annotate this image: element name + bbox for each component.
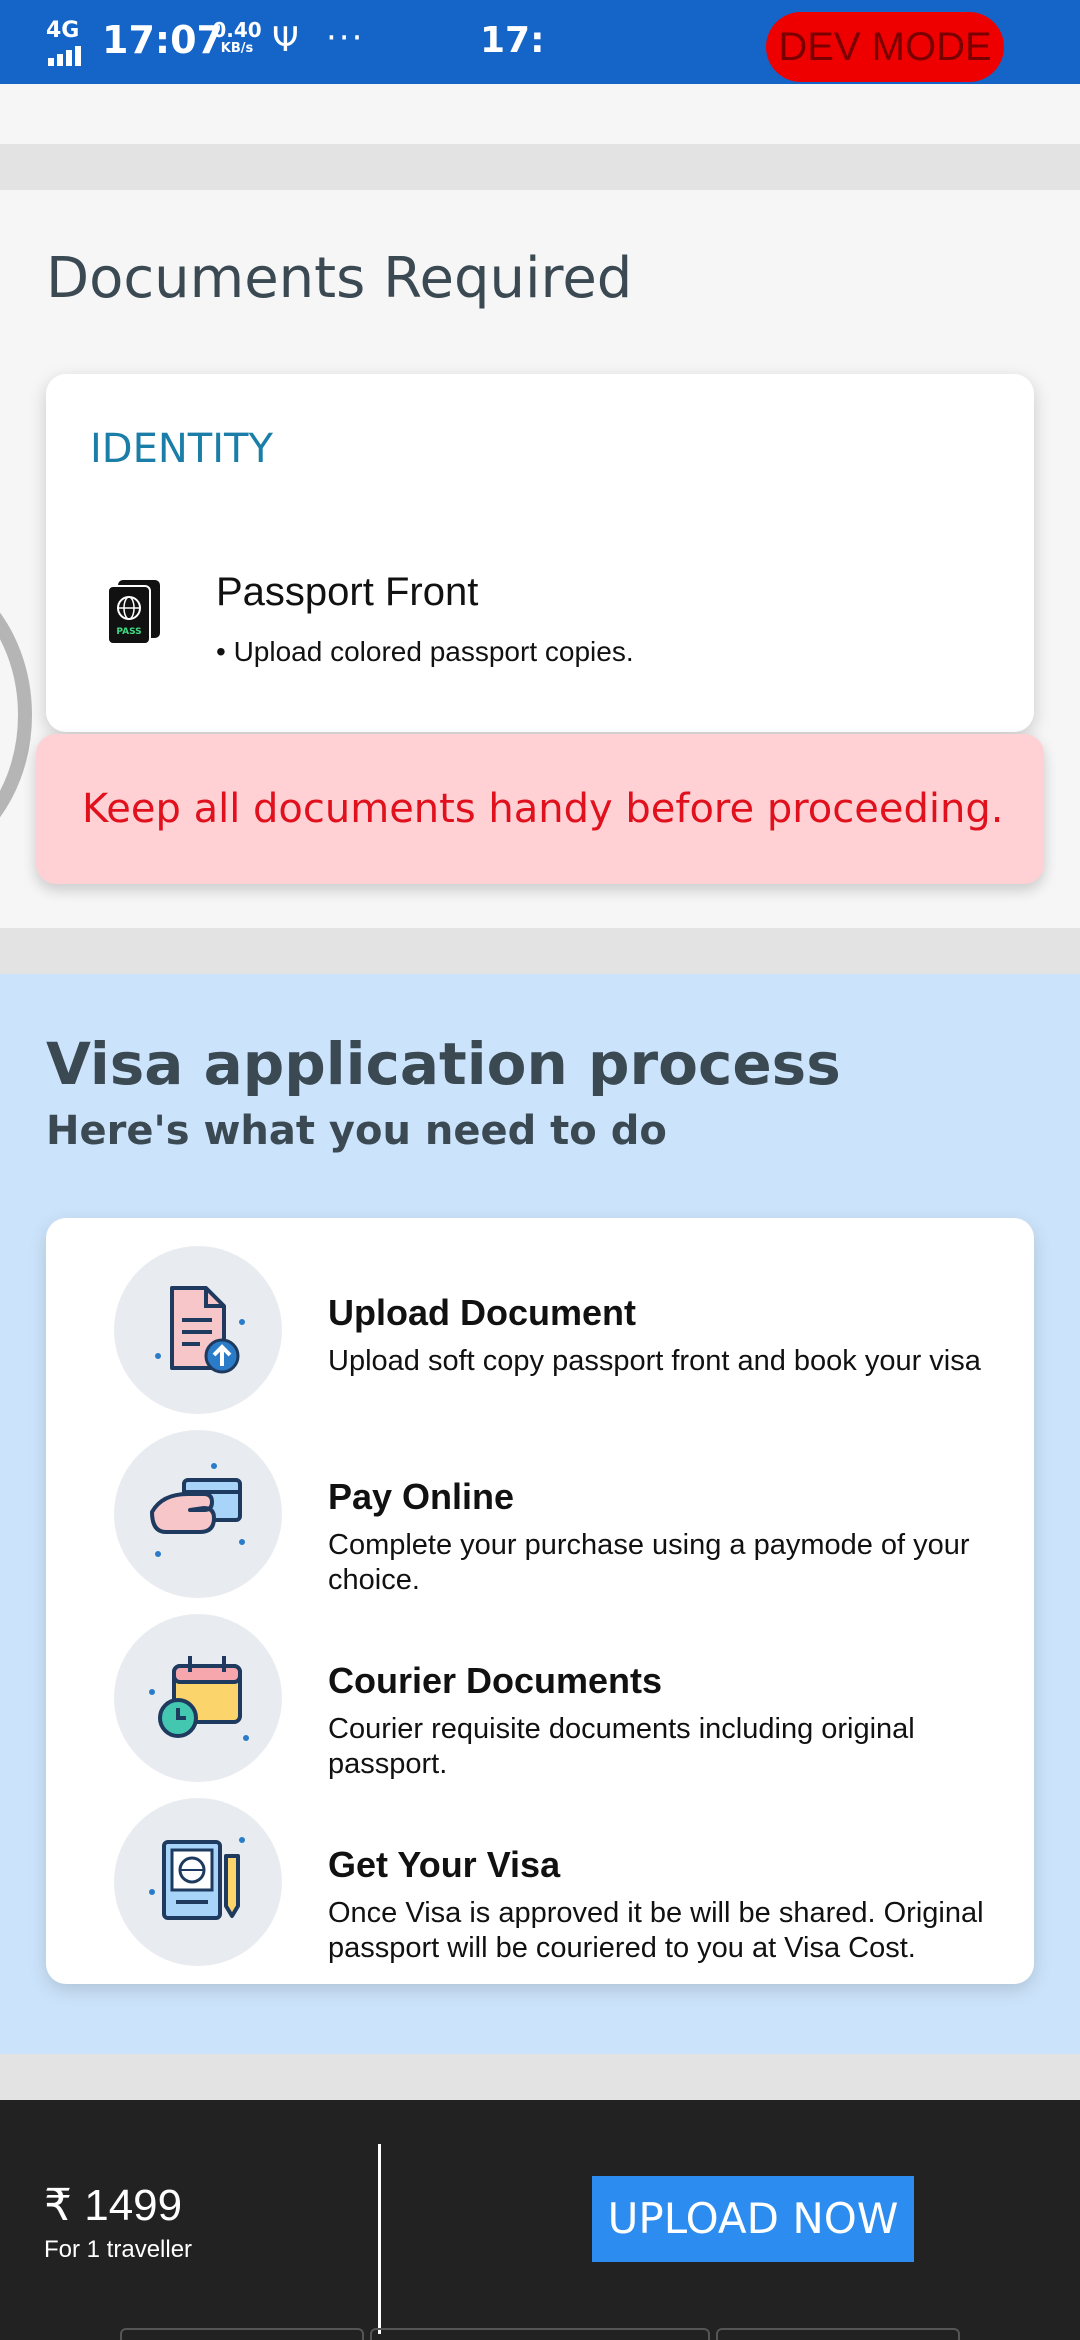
documents-title: Documents Required <box>46 246 633 311</box>
section-divider <box>0 2054 1080 2100</box>
svg-text:PASS: PASS <box>116 627 141 637</box>
step-title: Pay Online <box>328 1476 515 1517</box>
price-note: For 1 traveller <box>44 2236 193 2263</box>
bar-divider <box>378 2144 381 2334</box>
checkout-bar: ₹ 1499 For 1 traveller UPLOAD NOW <box>0 2100 1080 2340</box>
upload-document-icon <box>114 1246 282 1414</box>
step-description: Complete your purchase using a paymode o… <box>328 1529 970 1596</box>
pay-online-icon <box>114 1430 282 1598</box>
upload-now-button[interactable]: UPLOAD NOW <box>592 2176 914 2262</box>
section-divider <box>0 928 1080 974</box>
process-steps-card: Upload Document Upload soft copy passpor… <box>46 1218 1034 1984</box>
bottom-tabs-strip <box>120 2328 960 2340</box>
step-title: Upload Document <box>328 1292 637 1333</box>
section-divider <box>0 144 1080 190</box>
category-label: IDENTITY <box>90 426 273 472</box>
step-courier-documents: Courier Documents Courier requisite docu… <box>46 1614 1034 1794</box>
passport-front-note: • Upload colored passport copies. <box>216 636 634 667</box>
courier-calendar-icon <box>114 1614 282 1782</box>
passport-front-title: Passport Front <box>216 570 479 614</box>
step-get-your-visa: Get Your Visa Once Visa is approved it b… <box>46 1798 1034 1978</box>
visa-process-subtitle: Here's what you need to do <box>46 1108 667 1154</box>
visa-process-title: Visa application process <box>46 1030 841 1098</box>
step-description: Courier requisite documents including or… <box>328 1713 915 1780</box>
documents-section: Documents Required IDENTITY PASS Passpor… <box>0 190 1080 928</box>
documents-warning: Keep all documents handy before proceedi… <box>36 734 1044 884</box>
step-upload-document: Upload Document Upload soft copy passpor… <box>46 1246 1034 1426</box>
clock: 17:07 <box>102 18 223 62</box>
visa-process-section: Visa application process Here's what you… <box>0 974 1080 2054</box>
speed-value: 0.40 <box>212 18 262 42</box>
top-spacer <box>0 84 1080 144</box>
step-title: Courier Documents <box>328 1660 663 1701</box>
page: 4G 17:07 0.40 KB/s Ψ ··· 17:0 DEV MODE D… <box>0 0 1080 2340</box>
identity-card[interactable]: IDENTITY PASS Passport Front • Upload co… <box>46 374 1034 732</box>
step-pay-online: Pay Online Complete your purchase using … <box>46 1430 1034 1610</box>
step-description: Once Visa is approved it be will be shar… <box>328 1897 984 1964</box>
usb-icon: Ψ <box>272 20 299 60</box>
status-bar: 4G 17:07 0.40 KB/s Ψ ··· 17:0 DEV MODE <box>0 0 1080 84</box>
price: ₹ 1499 <box>44 2181 183 2230</box>
step-description: Upload soft copy passport front and book… <box>328 1345 981 1377</box>
side-decoration <box>0 612 32 818</box>
visa-passport-icon <box>114 1798 282 1966</box>
network-type: 4G <box>46 18 80 43</box>
dev-mode-badge[interactable]: DEV MODE <box>766 12 1004 82</box>
passport-icon: PASS <box>104 578 164 648</box>
warning-text: Keep all documents handy before proceedi… <box>82 786 1004 832</box>
network-speed: 0.40 KB/s <box>212 20 262 55</box>
speed-unit: KB/s <box>220 41 254 56</box>
overlay-clock: 17:0 <box>480 20 546 61</box>
signal-icon: 4G <box>46 18 86 66</box>
more-dots-icon: ··· <box>326 18 365 58</box>
step-title: Get Your Visa <box>328 1844 561 1885</box>
